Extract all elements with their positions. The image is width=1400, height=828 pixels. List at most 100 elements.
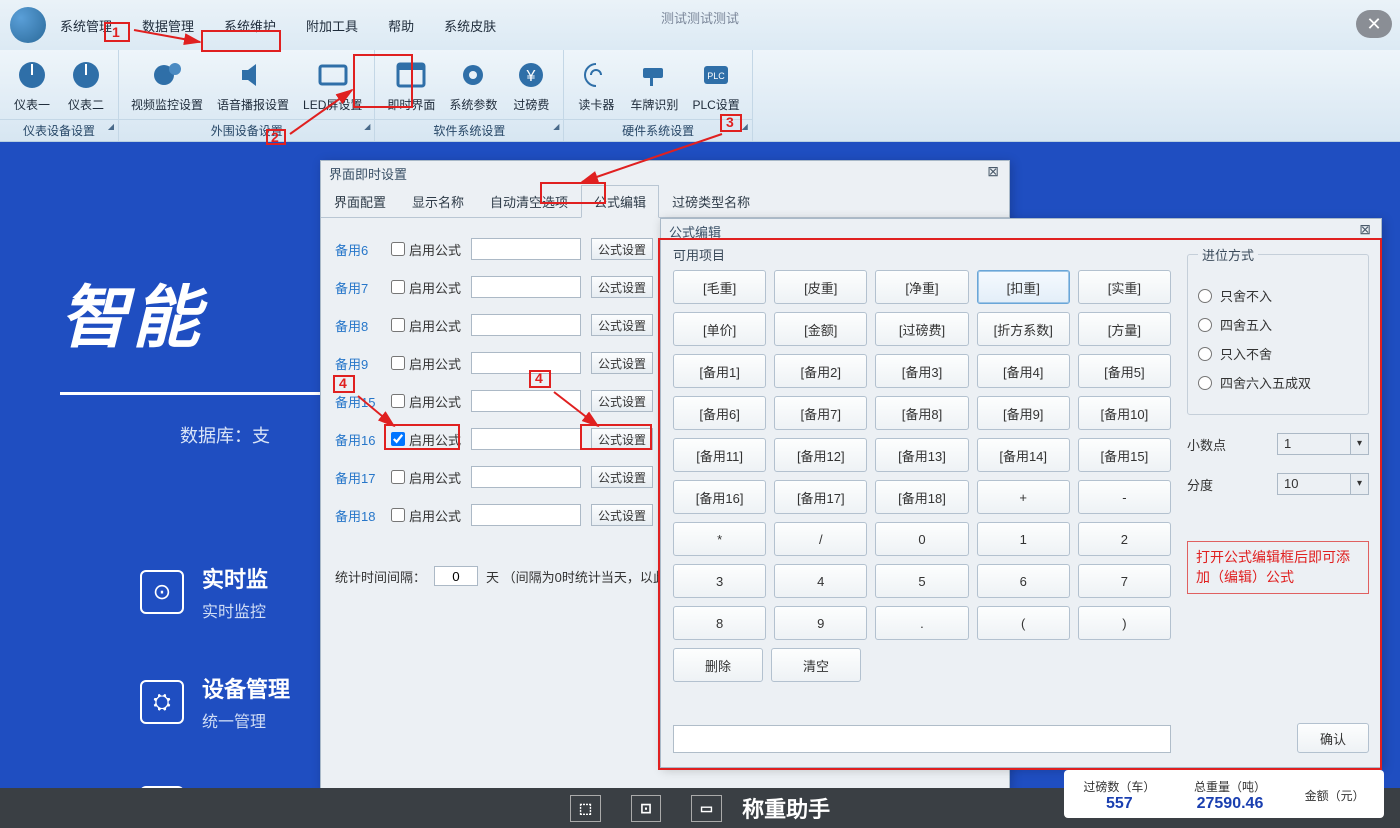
ribbon-ui-now[interactable]: 即时界面: [381, 54, 441, 117]
formula-settings-button[interactable]: 公式设置: [591, 390, 653, 412]
keypad-key[interactable]: 2: [1078, 522, 1171, 556]
keypad-key[interactable]: 5: [875, 564, 968, 598]
keypad-key[interactable]: [折方系数]: [977, 312, 1070, 346]
menu-item[interactable]: 系统维护: [218, 12, 282, 39]
tab[interactable]: 界面配置: [321, 185, 399, 217]
formula-input[interactable]: [471, 238, 581, 260]
tab[interactable]: 显示名称: [399, 185, 477, 217]
enable-checkbox[interactable]: 启用公式: [391, 240, 461, 259]
keypad-key[interactable]: (: [977, 606, 1070, 640]
ribbon-voice[interactable]: 语音播报设置: [211, 54, 295, 117]
keypad-key[interactable]: [备用4]: [977, 354, 1070, 388]
menu-item[interactable]: 帮助: [382, 12, 420, 39]
keypad-key[interactable]: [方量]: [1078, 312, 1171, 346]
ribbon-sysparam[interactable]: 系统参数: [443, 54, 503, 117]
keypad-key[interactable]: 1: [977, 522, 1070, 556]
formula-settings-button[interactable]: 公式设置: [591, 466, 653, 488]
formula-input[interactable]: [471, 466, 581, 488]
clear-button[interactable]: 清空: [771, 648, 861, 682]
keypad-key[interactable]: +: [977, 480, 1070, 514]
tab[interactable]: 自动清空选项: [477, 185, 581, 217]
keypad-key[interactable]: 7: [1078, 564, 1171, 598]
interval-input[interactable]: [434, 566, 478, 586]
ribbon-plate[interactable]: 车牌识别: [624, 54, 684, 117]
formula-input[interactable]: [471, 276, 581, 298]
keypad-key[interactable]: [实重]: [1078, 270, 1171, 304]
enable-checkbox[interactable]: 启用公式: [391, 316, 461, 335]
formula-input[interactable]: [471, 390, 581, 412]
ribbon-meter1[interactable]: 仪表一: [6, 54, 58, 117]
keypad-key[interactable]: [备用9]: [977, 396, 1070, 430]
keypad-key[interactable]: [备用5]: [1078, 354, 1171, 388]
bottombar-btn[interactable]: ⬚: [570, 795, 601, 822]
bottombar-btn[interactable]: ▭: [691, 795, 722, 822]
keypad-key[interactable]: [备用10]: [1078, 396, 1171, 430]
enable-checkbox[interactable]: 启用公式: [391, 430, 461, 449]
close-icon[interactable]: ⊠: [1359, 221, 1371, 238]
keypad-key[interactable]: 8: [673, 606, 766, 640]
ribbon-meter2[interactable]: 仪表二: [60, 54, 112, 117]
close-icon[interactable]: ⊠: [987, 163, 999, 180]
keypad-key[interactable]: [备用8]: [875, 396, 968, 430]
formula-input[interactable]: [471, 504, 581, 526]
keypad-key[interactable]: 3: [673, 564, 766, 598]
keypad-key[interactable]: [备用17]: [774, 480, 867, 514]
ribbon-plc[interactable]: PLCPLC设置: [686, 54, 745, 117]
keypad-key[interactable]: ): [1078, 606, 1171, 640]
keypad-key[interactable]: [备用13]: [875, 438, 968, 472]
enable-checkbox[interactable]: 启用公式: [391, 506, 461, 525]
tab[interactable]: 过磅类型名称: [659, 185, 763, 217]
keypad-key[interactable]: 9: [774, 606, 867, 640]
decimals-combo[interactable]: 1▾: [1277, 433, 1369, 455]
keypad-key[interactable]: [金额]: [774, 312, 867, 346]
keypad-key[interactable]: /: [774, 522, 867, 556]
formula-input[interactable]: [471, 428, 581, 450]
delete-button[interactable]: 删除: [673, 648, 763, 682]
ribbon-led[interactable]: LED屏设置: [297, 54, 368, 117]
formula-input[interactable]: [471, 314, 581, 336]
keypad-key[interactable]: [扣重]: [977, 270, 1070, 304]
keypad-key[interactable]: [备用16]: [673, 480, 766, 514]
keypad-key[interactable]: [备用6]: [673, 396, 766, 430]
enable-checkbox[interactable]: 启用公式: [391, 468, 461, 487]
keypad-key[interactable]: [皮重]: [774, 270, 867, 304]
keypad-key[interactable]: [过磅费]: [875, 312, 968, 346]
formula-settings-button[interactable]: 公式设置: [591, 428, 653, 450]
ribbon-reader[interactable]: 读卡器: [570, 54, 622, 117]
ribbon-fee[interactable]: ¥过磅费: [505, 54, 557, 117]
radio-option[interactable]: 只舍不入: [1198, 286, 1358, 305]
ribbon-video[interactable]: 视频监控设置: [125, 54, 209, 117]
formula-input[interactable]: [673, 725, 1171, 753]
close-button[interactable]: ✕: [1356, 10, 1392, 38]
formula-input[interactable]: [471, 352, 581, 374]
keypad-key[interactable]: [备用2]: [774, 354, 867, 388]
keypad-key[interactable]: [备用18]: [875, 480, 968, 514]
formula-settings-button[interactable]: 公式设置: [591, 314, 653, 336]
keypad-key[interactable]: -: [1078, 480, 1171, 514]
bottombar-btn[interactable]: ⊡: [631, 795, 661, 822]
keypad-key[interactable]: [备用1]: [673, 354, 766, 388]
keypad-key[interactable]: [净重]: [875, 270, 968, 304]
tab[interactable]: 公式编辑: [581, 185, 659, 218]
formula-settings-button[interactable]: 公式设置: [591, 276, 653, 298]
enable-checkbox[interactable]: 启用公式: [391, 278, 461, 297]
keypad-key[interactable]: .: [875, 606, 968, 640]
keypad-key[interactable]: [备用7]: [774, 396, 867, 430]
keypad-key[interactable]: [备用15]: [1078, 438, 1171, 472]
keypad-key[interactable]: 4: [774, 564, 867, 598]
menu-item[interactable]: 系统皮肤: [438, 12, 502, 39]
menu-item[interactable]: 附加工具: [300, 12, 364, 39]
keypad-key[interactable]: [备用14]: [977, 438, 1070, 472]
enable-checkbox[interactable]: 启用公式: [391, 354, 461, 373]
enable-checkbox[interactable]: 启用公式: [391, 392, 461, 411]
keypad-key[interactable]: [备用3]: [875, 354, 968, 388]
keypad-key[interactable]: [备用12]: [774, 438, 867, 472]
confirm-button[interactable]: 确认: [1297, 723, 1369, 753]
formula-settings-button[interactable]: 公式设置: [591, 504, 653, 526]
keypad-key[interactable]: [毛重]: [673, 270, 766, 304]
keypad-key[interactable]: 6: [977, 564, 1070, 598]
radio-option[interactable]: 只入不舍: [1198, 344, 1358, 363]
menu-item[interactable]: 系统管理: [54, 12, 118, 39]
formula-settings-button[interactable]: 公式设置: [591, 238, 653, 260]
radio-option[interactable]: 四舍六入五成双: [1198, 373, 1358, 392]
